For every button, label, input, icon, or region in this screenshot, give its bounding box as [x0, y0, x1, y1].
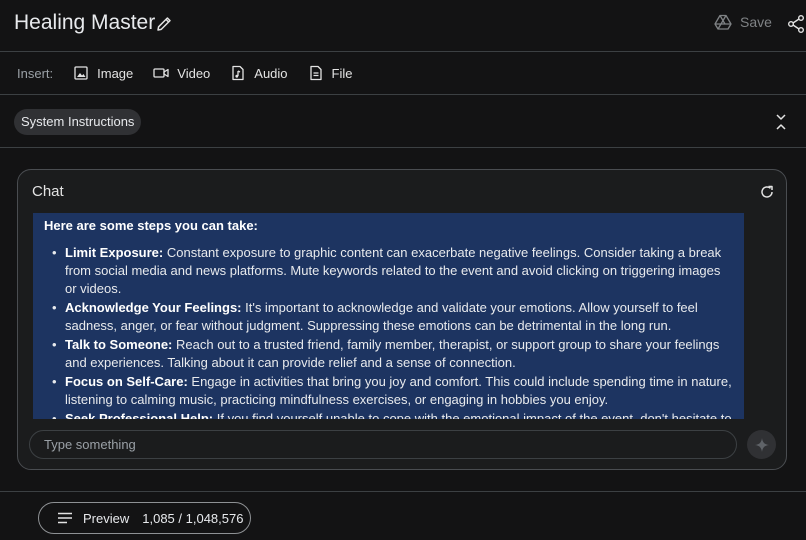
insert-label: Insert: [17, 65, 54, 81]
sparkle-icon [754, 437, 770, 453]
insert-audio-label: Audio [254, 65, 288, 81]
step-title: Limit Exposure: [65, 245, 164, 260]
run-button[interactable] [747, 430, 776, 459]
audio-file-icon [230, 65, 246, 81]
system-instructions-bar: System Instructions [0, 96, 806, 148]
token-count: 1,085 / 1,048,576 [142, 510, 244, 526]
insert-audio-button[interactable]: Audio [230, 65, 288, 81]
insert-file-button[interactable]: File [308, 65, 353, 81]
refresh-icon[interactable] [759, 184, 775, 200]
pencil-icon[interactable] [155, 15, 173, 33]
response-intro: Here are some steps you can take: [44, 218, 258, 233]
message-input[interactable]: Type something [29, 430, 737, 459]
header: Healing Master Save [0, 0, 806, 52]
drive-icon [714, 14, 732, 30]
model-response: Here are some steps you can take: Limit … [33, 213, 744, 419]
list-item: Limit Exposure: Constant exposure to gra… [44, 244, 733, 298]
video-icon [153, 65, 169, 81]
step-title: Seek Professional Help: [65, 411, 214, 419]
chat-title: Chat [32, 183, 64, 200]
system-instructions-chip[interactable]: System Instructions [14, 109, 142, 135]
insert-toolbar: Insert: Image Video Audio File [0, 52, 806, 95]
step-title: Focus on Self-Care: [65, 374, 188, 389]
expand-icon[interactable] [772, 112, 790, 132]
file-icon [308, 65, 324, 81]
prompt-title[interactable]: Healing Master [14, 11, 155, 35]
step-title: Talk to Someone: [65, 337, 173, 352]
save-button[interactable]: Save [714, 14, 772, 30]
footer: Preview 1,085 / 1,048,576 [0, 491, 806, 540]
chat-panel: Chat Here are some steps you can take: L… [17, 169, 787, 470]
step-text: Constant exposure to graphic content can… [65, 245, 722, 296]
steps-list: Limit Exposure: Constant exposure to gra… [44, 244, 733, 419]
image-icon [73, 65, 89, 81]
insert-video-label: Video [177, 65, 211, 81]
preview-label: Preview [83, 510, 130, 526]
list-item: Focus on Self-Care: Engage in activities… [44, 373, 733, 409]
insert-file-label: File [331, 65, 353, 81]
share-icon[interactable] [786, 14, 806, 34]
step-title: Acknowledge Your Feelings: [65, 300, 242, 315]
list-item: Seek Professional Help: If you find your… [44, 410, 733, 419]
list-item: Acknowledge Your Feelings: It's importan… [44, 299, 733, 335]
insert-video-button[interactable]: Video [153, 65, 210, 81]
insert-image-button[interactable]: Image [73, 65, 133, 81]
insert-image-label: Image [97, 65, 134, 81]
save-label: Save [740, 14, 772, 30]
list-item: Talk to Someone: Reach out to a trusted … [44, 336, 733, 372]
menu-lines-icon [57, 512, 83, 524]
preview-button[interactable]: Preview 1,085 / 1,048,576 [38, 502, 251, 534]
